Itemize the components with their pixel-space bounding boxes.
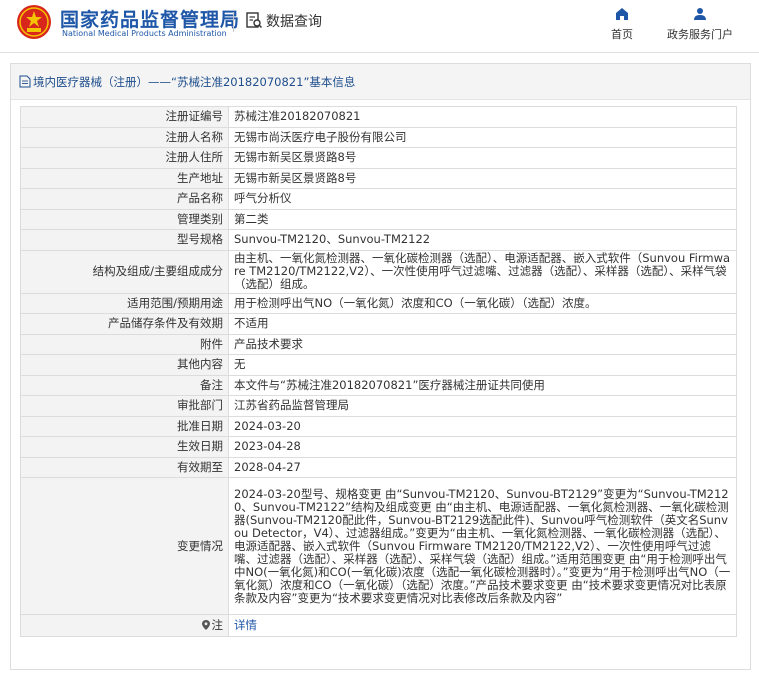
- table-row: 管理类别 第二类: [20, 208, 737, 230]
- table-row: 注册证编号 苏械注准20182070821: [20, 106, 737, 128]
- field-label: 其他内容: [20, 354, 229, 376]
- field-value: 详情: [228, 614, 737, 637]
- field-label: 变更情况: [20, 477, 229, 615]
- field-value: 2024-03-20: [228, 415, 737, 437]
- table-row: 型号规格 Sunvou-TM2120、Sunvou-TM2122: [20, 229, 737, 251]
- field-label: 型号规格: [20, 229, 229, 251]
- table-row: 有效期至 2028-04-27: [20, 456, 737, 478]
- table-row: 注册人住所 无锡市新吴区景贤路8号: [20, 147, 737, 169]
- header-bottom-border: [0, 52, 759, 53]
- table-row: 批准日期 2024-03-20: [20, 415, 737, 437]
- document-icon: [19, 75, 31, 88]
- nav-gov-portal[interactable]: 政务服务门户: [662, 6, 738, 42]
- field-value: 由主机、一氧化氮检测器、一氧化碳检测器（选配）、电源适配器、嵌入式软件（Sunv…: [228, 249, 737, 294]
- nav-gov-label: 政务服务门户: [667, 28, 733, 41]
- table-row: 适用范围/预期用途 用于检测呼出气NO（一氧化氮）浓度和CO（一氧化碳）（选配）浓…: [20, 292, 737, 314]
- field-value: 第二类: [228, 208, 737, 230]
- registration-info-table: 注册证编号 苏械注准20182070821 注册人名称 无锡市尚沃医疗电子股份有限公…: [20, 106, 737, 637]
- field-label: 批准日期: [20, 415, 229, 437]
- field-value: 本文件与“苏械注准20182070821”医疗器械注册证共同使用: [228, 374, 737, 396]
- table-row: 产品储存条件及有效期 不适用: [20, 313, 737, 335]
- field-label: 附件: [20, 333, 229, 355]
- field-value: 产品技术要求: [228, 333, 737, 355]
- field-value: 呼气分析仪: [228, 188, 737, 210]
- field-label: 审批部门: [20, 395, 229, 417]
- site-name-cn[interactable]: 国家药品监督管理局: [60, 5, 240, 32]
- breadcrumb-text: 境内医疗器械（注册）——“苏械注准20182070821”基本信息: [33, 75, 356, 89]
- details-link[interactable]: 详情: [234, 618, 257, 632]
- field-label: 生效日期: [20, 436, 229, 458]
- data-query-icon: [246, 12, 263, 29]
- table-row: 注 详情: [20, 614, 737, 637]
- table-row: 审批部门 江苏省药品监督管理局: [20, 395, 737, 417]
- field-value: 无: [228, 354, 737, 376]
- table-row: 生产地址 无锡市新吴区景贤路8号: [20, 167, 737, 189]
- breadcrumb: 境内医疗器械（注册）——“苏械注准20182070821”基本信息: [19, 74, 355, 90]
- field-value: 2024-03-20型号、规格变更 由“Sunvou-TM2120、Sunvou…: [228, 477, 737, 615]
- table-row: 变更情况 2024-03-20型号、规格变更 由“Sunvou-TM2120、Su…: [20, 477, 737, 615]
- field-label: 备注: [20, 374, 229, 396]
- field-label: 结构及组成/主要组成成分: [20, 249, 229, 294]
- table-row: 备注 本文件与“苏械注准20182070821”医疗器械注册证共同使用: [20, 374, 737, 396]
- table-row: 其他内容无: [20, 354, 737, 376]
- field-value: 江苏省药品监督管理局: [228, 395, 737, 417]
- field-value: 无锡市新吴区景贤路8号: [228, 167, 737, 189]
- table-row: 生效日期 2023-04-28: [20, 436, 737, 458]
- table-row: 产品名称 呼气分析仪: [20, 188, 737, 210]
- field-label: 有效期至: [20, 456, 229, 478]
- field-value: 2028-04-27: [228, 456, 737, 478]
- field-value: 无锡市尚沃医疗电子股份有限公司: [228, 126, 737, 148]
- field-label: 生产地址: [20, 167, 229, 189]
- field-value: 2023-04-28: [228, 436, 737, 458]
- field-value: 不适用: [228, 313, 737, 335]
- national-emblem-icon: [17, 5, 51, 39]
- field-label: 注册人住所: [20, 147, 229, 169]
- field-label: 产品储存条件及有效期: [20, 313, 229, 335]
- field-value: Sunvou-TM2120、Sunvou-TM2122: [228, 229, 737, 251]
- field-label: 注册证编号: [20, 106, 229, 128]
- field-label: 管理类别: [20, 208, 229, 230]
- site-header: 国家药品监督管理局 National Medical Products Admi…: [0, 0, 759, 53]
- field-value: 无锡市新吴区景贤路8号: [228, 147, 737, 169]
- table-row: 附件 产品技术要求: [20, 333, 737, 355]
- table-row: 结构及组成/主要组成成分 由主机、一氧化氮检测器、一氧化碳检测器（选配）、电源适配…: [20, 249, 737, 294]
- field-label: 注册人名称: [20, 126, 229, 148]
- pin-icon: [201, 620, 210, 630]
- note-label: 注: [211, 618, 224, 632]
- breadcrumb-bar: 境内医疗器械（注册）——“苏械注准20182070821”基本信息: [11, 64, 750, 100]
- detail-panel: 境内医疗器械（注册）——“苏械注准20182070821”基本信息 注册证编号苏…: [10, 63, 751, 670]
- field-label: 产品名称: [20, 188, 229, 210]
- section-title: 数据查询: [266, 14, 322, 30]
- field-label: 适用范围/预期用途: [20, 292, 229, 314]
- field-value: 苏械注准20182070821: [228, 106, 737, 128]
- home-icon: [616, 8, 628, 20]
- field-label: 注: [20, 614, 229, 637]
- table-row: 注册人名称 无锡市尚沃医疗电子股份有限公司: [20, 126, 737, 148]
- user-icon: [694, 8, 706, 20]
- header-divider: [233, 12, 234, 32]
- nav-home-label: 首页: [611, 28, 633, 41]
- nav-home[interactable]: 首页: [587, 6, 657, 42]
- field-value: 用于检测呼出气NO（一氧化氮）浓度和CO（一氧化碳）（选配）浓度。: [228, 292, 737, 314]
- site-name-en: National Medical Products Administration: [62, 29, 227, 38]
